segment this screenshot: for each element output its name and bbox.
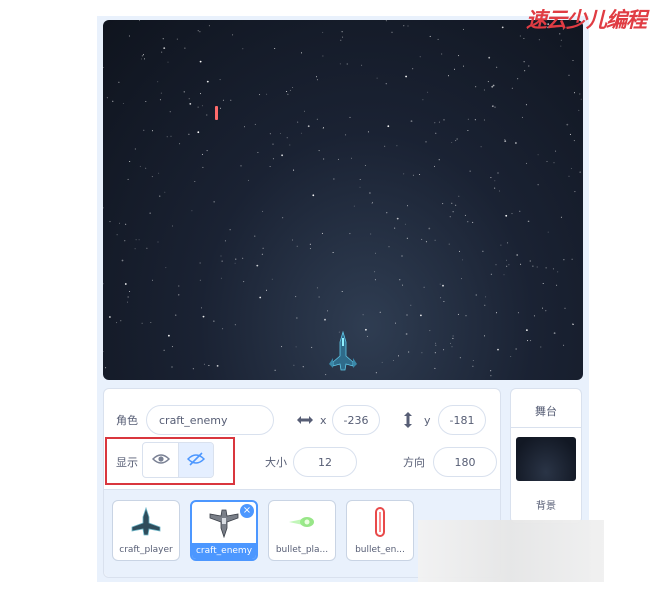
hide-button[interactable] [178,443,213,477]
size-label: 大小 [265,456,287,469]
y-value: -181 [449,413,475,427]
sprite-name: bullet_pla... [275,545,329,555]
stage-selector-pane[interactable]: 舞台 背景 [510,388,582,524]
eye-slash-icon [186,451,206,469]
sprite-name-value: craft_enemy [159,413,228,427]
enemy-craft-icon [207,508,241,541]
show-button[interactable] [143,443,178,477]
enemy-bullet-sprite[interactable] [215,106,218,120]
sprite-tile-bullet-enemy[interactable]: bullet_en... [346,500,414,561]
y-input[interactable]: -181 [438,405,486,435]
blurred-region [418,520,604,582]
direction-label: 方向 [403,456,425,469]
sprite-tile-craft-enemy[interactable]: × craft_enemy [190,500,258,561]
sprite-name: craft_enemy [192,543,256,559]
sprite-tile-bullet-player[interactable]: bullet_pla... [268,500,336,561]
player-craft-icon [129,506,163,540]
size-value: 12 [318,455,332,469]
green-bullet-icon [285,514,319,533]
eye-icon [151,453,170,468]
direction-value: 180 [454,455,476,469]
x-value: -236 [343,413,369,427]
sprite-tile-craft-player[interactable]: craft_player [112,500,180,561]
sprite-label: 角色 [116,414,138,427]
y-label: y [424,413,431,427]
stage-canvas[interactable] [103,20,583,380]
show-label: 显示 [116,456,138,469]
sprite-name-input[interactable]: craft_enemy [146,405,274,435]
x-input[interactable]: -236 [332,405,380,435]
vertical-arrows-icon [402,411,414,429]
size-input[interactable]: 12 [293,447,357,477]
visibility-toggle [142,442,214,478]
x-label: x [320,413,327,427]
horizontal-arrows-icon [296,414,314,426]
player-craft-sprite[interactable] [329,330,357,371]
backdrop-label: 背景 [536,501,556,512]
stage-sprites [215,106,357,371]
stage-title: 舞台 [535,405,557,418]
watermark-logo: 速云少儿编程 [526,7,647,32]
backdrop-thumbnail[interactable] [516,437,576,481]
direction-input[interactable]: 180 [433,447,497,477]
red-bullet-icon [374,506,386,540]
sprite-name: craft_player [119,545,173,555]
sprite-name: bullet_en... [355,545,405,555]
stage-pane-divider [511,427,581,428]
